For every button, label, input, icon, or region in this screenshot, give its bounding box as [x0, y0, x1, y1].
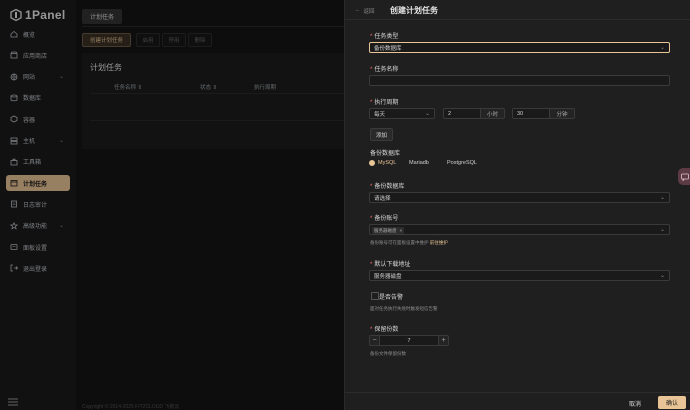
alert-label: 是否告警: [379, 295, 404, 301]
radio-mysql[interactable]: MySQL: [369, 160, 396, 166]
radio-mariadb[interactable]: Mariadb: [409, 160, 429, 166]
backup-account-help: 备份账号可在面板设置中维护 前往维护: [370, 240, 448, 245]
chevron-down-icon: ⌄: [659, 195, 665, 201]
back-button[interactable]: ← 返回: [355, 7, 375, 15]
confirm-button[interactable]: 确认: [658, 396, 686, 409]
divider: [345, 19, 690, 20]
cycle-period-select[interactable]: 每天 ⌄: [369, 108, 435, 119]
create-cronjob-drawer: ← 返回 创建计划任务 * 任务类型 备份数据库 ⌄ * 任务名称 * 执行周期 每天 ⌄…: [344, 0, 690, 410]
cycle-label: * 执行周期: [370, 100, 399, 106]
backup-account-tag: 服务器磁盘 ×: [372, 227, 405, 234]
close-icon[interactable]: ×: [400, 228, 403, 233]
backup-db-label: 备份数据库: [370, 151, 401, 157]
backup-target-label: * 备份数据库: [370, 184, 405, 190]
retain-label: * 保留份数: [370, 327, 399, 333]
alert-checkbox[interactable]: [371, 292, 379, 300]
arrow-left-icon: ←: [355, 7, 361, 13]
go-maintain-link[interactable]: 前往维护: [430, 240, 448, 245]
hour-unit: 小时: [481, 108, 505, 119]
download-addr-label: * 默认下载地址: [370, 262, 411, 268]
drawer-overlay[interactable]: [0, 0, 344, 410]
chevron-down-icon: ⌄: [659, 45, 665, 51]
task-name-label: * 任务名称: [370, 67, 399, 73]
minute-unit: 分钟: [550, 108, 575, 119]
divider: [345, 392, 690, 393]
backup-target-select[interactable]: 请选择 ⌄: [369, 192, 670, 203]
drawer-title: 创建计划任务: [390, 6, 438, 15]
cycle-minute-input[interactable]: 30: [512, 108, 550, 119]
retain-input[interactable]: 7: [379, 335, 439, 346]
download-addr-select[interactable]: 服务器磁盘 ⌄: [369, 270, 670, 281]
task-name-input[interactable]: [369, 75, 670, 86]
cycle-hour-input[interactable]: 2: [443, 108, 481, 119]
chevron-down-icon: ⌄: [659, 227, 665, 233]
retain-help: 备份文件保留份数: [370, 351, 406, 356]
floating-assistant-button[interactable]: [678, 168, 690, 185]
chat-icon: [681, 173, 689, 181]
task-type-select[interactable]: 备份数据库 ⌄: [369, 42, 670, 53]
cancel-button[interactable]: 取消: [621, 397, 649, 409]
increment-button[interactable]: +: [438, 335, 449, 346]
chevron-down-icon: ⌄: [424, 111, 430, 117]
alert-help: 面对任务执行失败时触发短信告警: [370, 306, 438, 311]
backup-account-label: * 备份账号: [370, 216, 399, 222]
backup-account-select[interactable]: ⌄: [369, 224, 670, 235]
task-type-label: * 任务类型: [370, 34, 399, 40]
chevron-down-icon: ⌄: [659, 273, 665, 279]
radio-postgresql[interactable]: PostgreSQL: [447, 160, 477, 166]
add-cycle-button[interactable]: 添加: [370, 128, 393, 141]
